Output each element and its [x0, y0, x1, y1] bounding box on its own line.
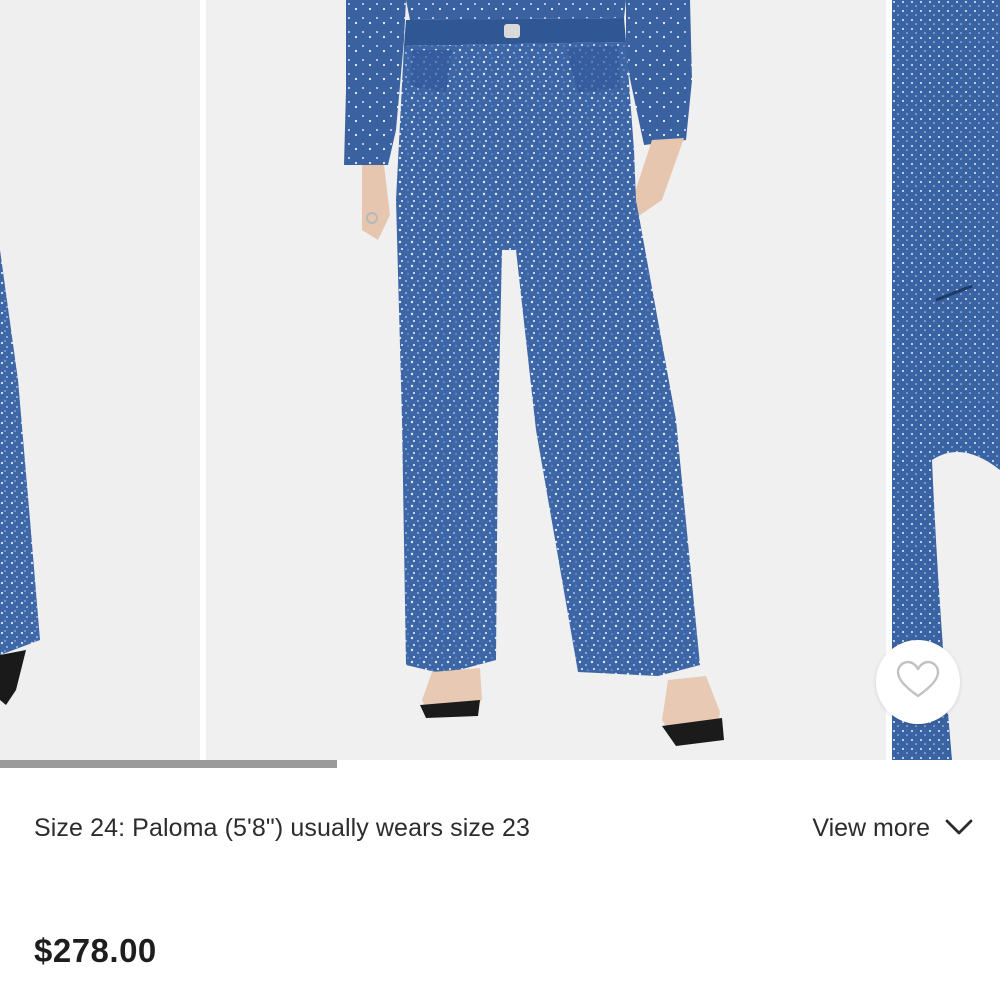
product-image-gallery[interactable] [0, 0, 1000, 760]
view-more-label: View more [812, 813, 930, 842]
product-price: $278.00 [34, 932, 157, 969]
gallery-image-main[interactable] [206, 0, 886, 760]
wishlist-button[interactable] [876, 640, 960, 724]
heart-outline-icon [896, 660, 940, 705]
gallery-progress-fill [0, 760, 337, 768]
chevron-down-icon [944, 814, 974, 843]
model-size-info: Size 24: Paloma (5'8") usually wears siz… [34, 813, 531, 842]
gallery-image-previous[interactable] [0, 0, 200, 760]
gallery-progress-bar [0, 760, 1000, 768]
view-more-button[interactable]: View more [812, 814, 974, 843]
product-page: Size 24: Paloma (5'8") usually wears siz… [0, 0, 1000, 1000]
size-info-row: Size 24: Paloma (5'8") usually wears siz… [34, 806, 974, 850]
